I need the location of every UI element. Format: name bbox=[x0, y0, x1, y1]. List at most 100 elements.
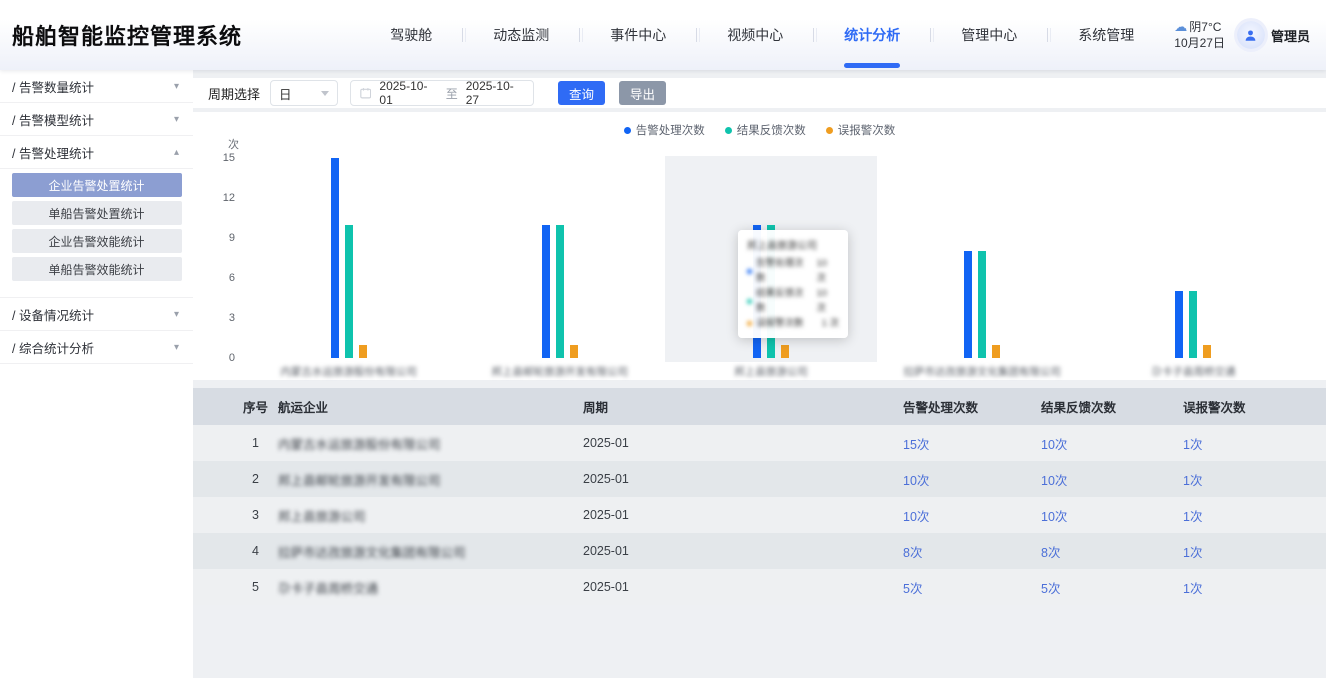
y-axis-tick: 15 bbox=[193, 152, 235, 164]
bar-series0-group4[interactable] bbox=[1175, 291, 1183, 358]
bar-series2-group2[interactable] bbox=[781, 345, 789, 358]
cell-index: 3 bbox=[233, 508, 278, 522]
tooltip-row: 结果反馈次数10 次 bbox=[747, 286, 839, 316]
cell-false-alarm-link[interactable]: 1次 bbox=[1183, 470, 1326, 489]
sidebar-item-2-2[interactable]: 企业告警效能统计 bbox=[12, 229, 182, 253]
bar-series1-group0[interactable] bbox=[345, 225, 353, 358]
main-nav: 驾驶舱动态监测 事件中心 视频中心 统计分析 管理中心 系统管理 bbox=[360, 0, 1164, 70]
column-header-5: 误报警次数 bbox=[1183, 397, 1326, 416]
user-menu[interactable]: 管理员 bbox=[1237, 21, 1310, 49]
query-button[interactable]: 查询 bbox=[558, 81, 605, 105]
main-content: 周期选择 日 2025-10-01 至 2025-10-27 查询 导出 告警处… bbox=[193, 70, 1326, 699]
column-header-0: 序号 bbox=[233, 397, 278, 416]
column-header-3: 告警处理次数 bbox=[903, 397, 1041, 416]
cell-handled-link[interactable]: 10次 bbox=[903, 470, 1041, 489]
cell-false-alarm-link[interactable]: 1次 bbox=[1183, 434, 1326, 453]
cell-period: 2025-01 bbox=[583, 436, 903, 450]
bar-series2-group4[interactable] bbox=[1203, 345, 1211, 358]
user-label: 管理员 bbox=[1271, 26, 1310, 45]
chevron-down-icon bbox=[321, 91, 329, 96]
cell-handled-link[interactable]: 15次 bbox=[903, 434, 1041, 453]
chart-legend: 告警处理次数 结果反馈次数 误报警次数 bbox=[193, 122, 1326, 138]
cell-index: 2 bbox=[233, 472, 278, 486]
legend-item-1[interactable]: 结果反馈次数 bbox=[725, 122, 806, 138]
sidebar-group-0[interactable]: / 告警数量统计▾ bbox=[0, 70, 193, 103]
chevron-down-icon: ▾ bbox=[174, 342, 179, 353]
bar-series1-group1[interactable] bbox=[556, 225, 564, 358]
tooltip-row: 误报警次数1 次 bbox=[747, 316, 839, 331]
period-label: 周期选择 bbox=[208, 84, 260, 103]
period-select[interactable]: 日 bbox=[270, 80, 338, 106]
cell-handled-link[interactable]: 5次 bbox=[903, 578, 1041, 597]
nav-tab-label: 管理中心 bbox=[961, 27, 1017, 43]
cell-handled-link[interactable]: 10次 bbox=[903, 506, 1041, 525]
y-axis-tick: 6 bbox=[193, 272, 235, 284]
app-header: 船舶智能监控管理系统 驾驶舱动态监测 事件中心 视频中心 统计分析 管理中心 系统管理 ☁… bbox=[0, 0, 1326, 70]
sidebar-group-3[interactable]: / 设备情况统计▾ bbox=[0, 298, 193, 331]
user-icon bbox=[1243, 28, 1258, 43]
bar-series2-group3[interactable] bbox=[992, 345, 1000, 358]
bar-series1-group3[interactable] bbox=[978, 251, 986, 358]
sidebar-group-1[interactable]: / 告警模型统计▾ bbox=[0, 103, 193, 136]
nav-tab-5[interactable]: 管理中心 bbox=[931, 0, 1047, 70]
cell-feedback-link[interactable]: 10次 bbox=[1041, 506, 1183, 525]
sidebar-item-2-0[interactable]: 企业告警处置统计 bbox=[12, 173, 182, 197]
bar-series0-group0[interactable] bbox=[331, 158, 339, 358]
legend-item-0[interactable]: 告警处理次数 bbox=[624, 122, 705, 138]
tooltip-series-value: 10 次 bbox=[816, 286, 839, 316]
date-range-input[interactable]: 2025-10-01 至 2025-10-27 bbox=[350, 80, 534, 106]
sidebar-group-label: / 告警数量统计 bbox=[12, 77, 94, 96]
chevron-up-icon: ▴ bbox=[174, 147, 179, 158]
legend-item-2[interactable]: 误报警次数 bbox=[826, 122, 896, 138]
tooltip-rows: 告警处理次数10 次结果反馈次数10 次误报警次数1 次 bbox=[747, 256, 839, 331]
footer-strip bbox=[0, 678, 1326, 699]
weather-widget: ☁阴7°C 10月27日 bbox=[1174, 19, 1225, 51]
bar-series1-group4[interactable] bbox=[1189, 291, 1197, 358]
date-end: 2025-10-27 bbox=[466, 79, 524, 107]
nav-tab-6[interactable]: 系统管理 bbox=[1048, 0, 1164, 70]
tooltip-series-name: 告警处理次数 bbox=[756, 256, 812, 286]
weather-date: 10月27日 bbox=[1174, 35, 1225, 51]
cell-false-alarm-link[interactable]: 1次 bbox=[1183, 578, 1326, 597]
cell-false-alarm-link[interactable]: 1次 bbox=[1183, 506, 1326, 525]
x-axis-label: 拉萨市达孜旅游文化集团有限公司 bbox=[897, 364, 1067, 379]
sidebar-group-label: / 告警处理统计 bbox=[12, 143, 94, 162]
nav-tab-2[interactable]: 事件中心 bbox=[580, 0, 696, 70]
page-title: 船舶智能监控管理系统 bbox=[12, 19, 242, 51]
nav-tab-label: 视频中心 bbox=[727, 27, 783, 43]
sidebar-item-2-3[interactable]: 单船告警效能统计 bbox=[12, 257, 182, 281]
tooltip-series-value: 10 次 bbox=[816, 256, 839, 286]
nav-tab-4[interactable]: 统计分析 bbox=[814, 0, 930, 70]
date-separator: 至 bbox=[446, 85, 458, 102]
cell-company: 邦上县旅游公司 bbox=[278, 506, 583, 525]
x-axis-label: 邦上县邮轮旅游开发有限公司 bbox=[475, 364, 645, 379]
cell-handled-link[interactable]: 8次 bbox=[903, 542, 1041, 561]
sidebar-item-2-1[interactable]: 单船告警处置统计 bbox=[12, 201, 182, 225]
tooltip-title: 邦上县旅游公司 bbox=[747, 237, 839, 252]
cell-feedback-link[interactable]: 10次 bbox=[1041, 470, 1183, 489]
nav-tab-label: 事件中心 bbox=[610, 27, 666, 43]
bar-series2-group0[interactable] bbox=[359, 345, 367, 358]
sidebar-group-2[interactable]: / 告警处理统计 ▴ bbox=[0, 136, 193, 169]
y-axis-tick: 9 bbox=[193, 232, 235, 244]
cell-feedback-link[interactable]: 5次 bbox=[1041, 578, 1183, 597]
nav-tab-1[interactable]: 动态监测 bbox=[463, 0, 579, 70]
cell-feedback-link[interactable]: 8次 bbox=[1041, 542, 1183, 561]
sidebar-group-4[interactable]: / 综合统计分析▾ bbox=[0, 331, 193, 364]
export-button[interactable]: 导出 bbox=[619, 81, 666, 105]
cell-index: 4 bbox=[233, 544, 278, 558]
cell-company: 内蒙古水运旅游股份有限公司 bbox=[278, 434, 583, 453]
cell-feedback-link[interactable]: 10次 bbox=[1041, 434, 1183, 453]
cell-false-alarm-link[interactable]: 1次 bbox=[1183, 542, 1326, 561]
cell-period: 2025-01 bbox=[583, 508, 903, 522]
column-header-4: 结果反馈次数 bbox=[1041, 397, 1183, 416]
chevron-down-icon: ▾ bbox=[174, 309, 179, 320]
table-row-1: 1内蒙古水运旅游股份有限公司2025-0115次10次1次 bbox=[193, 425, 1326, 461]
bar-series0-group3[interactable] bbox=[964, 251, 972, 358]
nav-tab-0[interactable]: 驾驶舱 bbox=[360, 0, 462, 70]
bar-series2-group1[interactable] bbox=[570, 345, 578, 358]
column-header-2: 周期 bbox=[583, 397, 903, 416]
nav-tab-3[interactable]: 视频中心 bbox=[697, 0, 813, 70]
stats-table: 序号航运企业周期告警处理次数结果反馈次数误报警次数 1内蒙古水运旅游股份有限公司… bbox=[193, 388, 1326, 605]
bar-series0-group1[interactable] bbox=[542, 225, 550, 358]
